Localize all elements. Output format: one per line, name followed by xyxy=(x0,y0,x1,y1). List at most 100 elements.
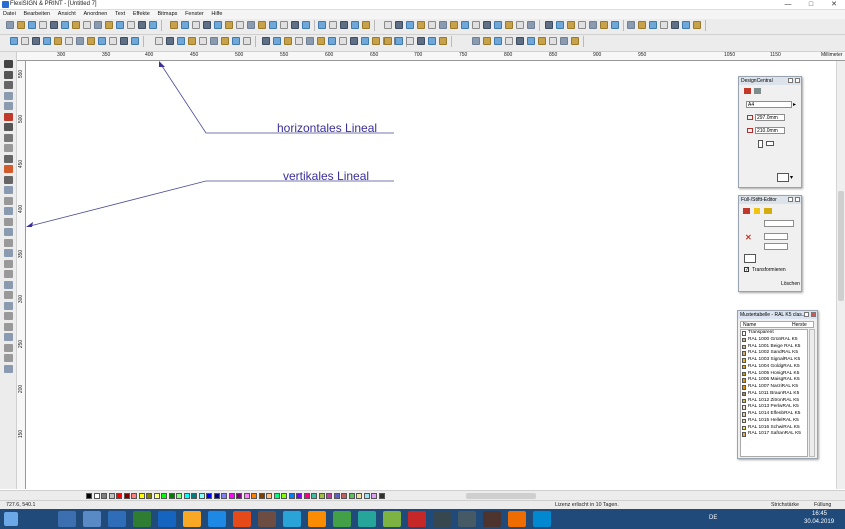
palette-swatch[interactable] xyxy=(176,493,182,499)
toolbar-button-icon[interactable] xyxy=(269,21,277,29)
palette-swatch[interactable] xyxy=(273,493,280,499)
palette-swatch[interactable] xyxy=(101,493,107,499)
list-item[interactable]: RAL 1007 NarziRAL K5 xyxy=(741,384,807,391)
toolbar-button-icon[interactable] xyxy=(21,37,29,45)
landscape-icon[interactable] xyxy=(766,141,774,146)
toolbar-button-icon[interactable] xyxy=(72,21,80,29)
list-item[interactable]: RAL 1014 ElfenbRAL K5 xyxy=(741,411,807,418)
toolbar-button-icon[interactable] xyxy=(109,37,117,45)
toolbar-button-icon[interactable] xyxy=(549,37,557,45)
palette-swatch[interactable] xyxy=(108,493,115,499)
toolbar-button-icon[interactable] xyxy=(578,21,586,29)
toolbar-button-icon[interactable] xyxy=(149,21,157,29)
toolbar-button-icon[interactable] xyxy=(671,21,679,29)
menu-datei[interactable]: Datei xyxy=(0,10,19,19)
palette-swatch[interactable] xyxy=(251,493,257,499)
toolbar-button-icon[interactable] xyxy=(50,21,58,29)
toolbar-button-icon[interactable] xyxy=(406,37,414,45)
palette-swatch[interactable] xyxy=(168,493,175,499)
palette-swatch[interactable] xyxy=(93,493,100,499)
page-icon[interactable] xyxy=(744,88,751,94)
close-button[interactable]: ✕ xyxy=(823,0,845,10)
taskbar-app-icon[interactable] xyxy=(458,511,476,527)
toolbar-button-icon[interactable] xyxy=(306,37,314,45)
toolbar-button-icon[interactable] xyxy=(372,37,380,45)
toolbar-button-icon[interactable] xyxy=(560,37,568,45)
toolbar-button-icon[interactable] xyxy=(247,21,255,29)
stroke-width-field[interactable] xyxy=(764,233,788,240)
panel-close-button[interactable] xyxy=(795,78,800,83)
column-name[interactable]: Name xyxy=(743,322,756,328)
menu-bearbeiten[interactable]: Bearbeiten xyxy=(21,10,54,19)
tool-icon[interactable] xyxy=(4,81,13,89)
taskbar-app-icon[interactable] xyxy=(83,511,101,527)
horizontal-scrollbar[interactable] xyxy=(466,493,536,499)
toolbar-button-icon[interactable] xyxy=(505,37,513,45)
toolbar-button-icon[interactable] xyxy=(556,21,564,29)
layout-icon[interactable] xyxy=(754,88,761,94)
toolbar-button-icon[interactable] xyxy=(280,21,288,29)
toolbar-button-icon[interactable] xyxy=(236,21,244,29)
palette-swatch[interactable] xyxy=(236,493,242,499)
tool-icon[interactable] xyxy=(4,322,13,331)
toolbar-button-icon[interactable] xyxy=(483,37,491,45)
tool-icon[interactable] xyxy=(4,70,13,79)
menu-ansicht[interactable]: Ansicht xyxy=(55,10,79,19)
scroll-thumb[interactable] xyxy=(838,191,844,301)
toolbar-button-icon[interactable] xyxy=(32,37,40,45)
palette-swatch[interactable] xyxy=(221,493,227,499)
toolbar-button-icon[interactable] xyxy=(116,21,124,29)
toolbar-button-icon[interactable] xyxy=(39,21,47,29)
toolbar-button-icon[interactable] xyxy=(693,21,701,29)
palette-swatch[interactable] xyxy=(318,493,325,499)
list-item[interactable]: RAL 1003 SignalRAL K5 xyxy=(741,357,807,364)
toolbar-button-icon[interactable] xyxy=(527,37,535,45)
panel-minimize-button[interactable] xyxy=(804,312,809,317)
toolbar-button-icon[interactable] xyxy=(461,21,469,29)
palette-swatch[interactable] xyxy=(123,493,130,499)
list-item[interactable]: RAL 1000 GrünRAL K5 xyxy=(741,337,807,344)
tool-icon[interactable] xyxy=(4,301,13,310)
palette-swatch[interactable] xyxy=(153,493,160,499)
toolbar-button-icon[interactable] xyxy=(417,37,425,45)
tool-icon[interactable] xyxy=(4,364,13,373)
toolbar-button-icon[interactable] xyxy=(682,21,690,29)
toolbar-button-icon[interactable] xyxy=(483,21,491,29)
taskbar-app-icon[interactable] xyxy=(133,511,151,527)
minimize-button[interactable]: — xyxy=(777,0,799,10)
list-item[interactable]: RAL 1004 GoldgRAL K5 xyxy=(741,364,807,371)
toolbar-button-icon[interactable] xyxy=(428,21,436,29)
tool-icon[interactable] xyxy=(4,217,13,226)
palette-swatch[interactable] xyxy=(356,493,362,499)
envelope-icon[interactable] xyxy=(777,173,789,182)
palette-swatch[interactable] xyxy=(191,493,197,499)
palette-swatch[interactable] xyxy=(198,493,205,499)
tool-icon[interactable] xyxy=(4,354,13,362)
menu-bitmaps[interactable]: Bitmaps xyxy=(155,10,181,19)
palette-swatch[interactable] xyxy=(131,493,137,499)
palette-swatch[interactable] xyxy=(281,493,287,499)
panel-minimize-button[interactable] xyxy=(788,197,793,202)
toolbar-button-icon[interactable] xyxy=(472,37,480,45)
toolbar-button-icon[interactable] xyxy=(210,37,218,45)
panel-close-button[interactable] xyxy=(795,197,800,202)
menu-anordnen[interactable]: Anordnen xyxy=(81,10,111,19)
list-item[interactable]: RAL 1002 SandRAL K5 xyxy=(741,350,807,357)
gradient-icon[interactable] xyxy=(764,208,772,214)
toolbar-button-icon[interactable] xyxy=(350,37,358,45)
tool-icon[interactable] xyxy=(4,91,13,100)
list-item[interactable]: RAL 1017 SafranRAL K5 xyxy=(741,431,807,438)
menu-effekte[interactable]: Effekte xyxy=(130,10,153,19)
toolbar-button-icon[interactable] xyxy=(567,21,575,29)
transform-checkbox[interactable]: ✓ xyxy=(744,267,749,273)
list-item[interactable]: RAL 1011 BraunRAL K5 xyxy=(741,391,807,398)
tool-icon[interactable] xyxy=(4,312,13,320)
toolbar-button-icon[interactable] xyxy=(516,21,524,29)
height-field[interactable]: 210.0mm xyxy=(755,127,785,134)
tool-icon[interactable] xyxy=(4,249,13,257)
palette-swatch[interactable] xyxy=(116,493,122,499)
toolbar-button-icon[interactable] xyxy=(83,21,91,29)
toolbar-button-icon[interactable] xyxy=(361,37,369,45)
taskbar-app-icon[interactable] xyxy=(233,511,251,527)
toolbar-button-icon[interactable] xyxy=(611,21,619,29)
